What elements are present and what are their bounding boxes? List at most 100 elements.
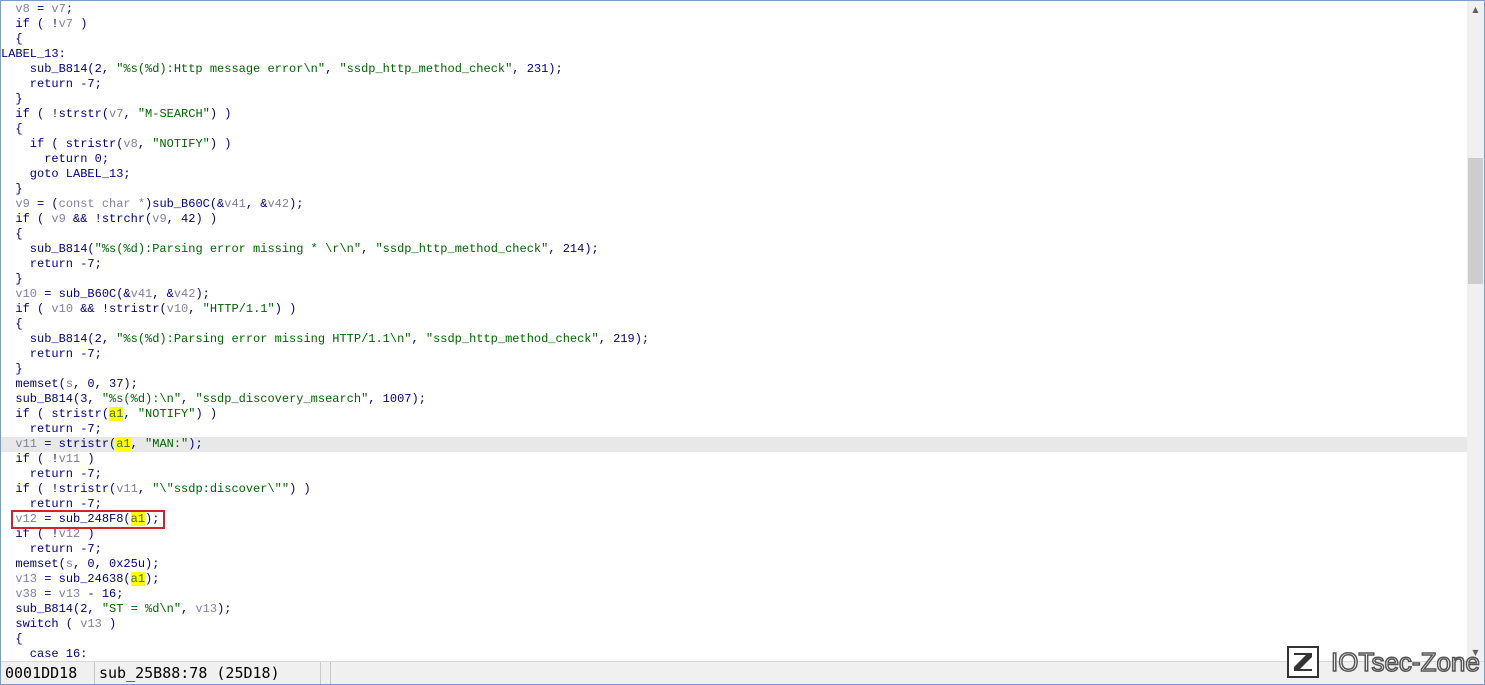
code-variable: s [65,557,74,571]
code-line[interactable]: switch ( v13 ) [1,617,116,632]
code-token: = [37,587,59,601]
code-string: "%s(%d):Parsing error missing HTTP/1.1\n… [116,332,412,346]
code-token: ) ) [289,482,311,496]
code-token: , [123,407,138,421]
annotation-red-box [11,510,165,529]
code-string: "NOTIFY" [137,407,196,421]
code-line[interactable]: return -7; [1,422,102,437]
code-token: ); [289,197,304,211]
code-line[interactable]: v8 = v7; [1,2,73,17]
code-line[interactable]: case 16: [1,647,88,661]
code-token: - 16; [80,587,124,601]
code-line[interactable]: v13 = sub_24638(a1); [1,572,159,587]
code-line[interactable]: if ( v9 && !strchr(v9, 42) ) [1,212,217,227]
code-line[interactable]: v11 = stristr(a1, "MAN:"); [1,437,1467,452]
code-token: = sub_B60C(& [37,287,131,301]
code-line[interactable]: v10 = sub_B60C(&v41, &v42); [1,287,209,302]
code-line[interactable]: if ( v10 && !stristr(v10, "HTTP/1.1") ) [1,302,296,317]
code-token: memset( [1,377,66,391]
code-highlighted-token: a1 [116,437,131,451]
code-variable: v9 [51,212,66,226]
code-token: , & [152,287,174,301]
status-bar: 0001DD18 sub_25B88:78 (25D18) [1,661,1484,684]
code-string: "ssdp_http_method_check" [339,62,513,76]
code-line[interactable]: return -7; [1,347,102,362]
code-line[interactable]: v9 = (const char *)sub_B60C(&v41, &v42); [1,197,304,212]
code-variable: v12 [58,527,81,541]
code-token: = stristr( [37,437,117,451]
code-variable: v9 [152,212,167,226]
code-line[interactable]: } [1,272,22,287]
code-line[interactable]: if ( stristr(a1, "NOTIFY") ) [1,407,217,422]
code-variable: v13 [58,587,81,601]
code-string: "ssdp_http_method_check" [375,242,549,256]
code-token: , [137,482,153,496]
code-line[interactable]: } [1,182,22,197]
scroll-up-arrow-icon[interactable]: ▲ [1467,1,1484,18]
code-token: , [181,392,196,406]
code-line[interactable]: memset(s, 0, 37); [1,377,137,392]
code-line[interactable]: { [1,122,22,137]
code-line[interactable]: } [1,92,22,107]
code-token: { [1,632,23,646]
code-line[interactable]: { [1,632,23,647]
code-line[interactable]: return -7; [1,542,102,557]
code-variable: v38 [15,587,38,601]
code-line[interactable]: memset(s, 0, 0x25u); [1,557,159,572]
code-token: sub_B814(3, [1,392,102,406]
code-line[interactable]: v38 = v13 - 16; [1,587,123,602]
code-line[interactable]: if ( !v7 ) [1,17,87,32]
code-line[interactable]: LABEL_13: [1,47,66,62]
code-line[interactable]: return -7; [1,77,102,92]
code-line[interactable]: sub_B814("%s(%d):Parsing error missing *… [1,242,599,257]
code-highlighted-token: a1 [109,407,124,421]
code-line[interactable]: if ( !v11 ) [1,452,94,467]
code-line[interactable]: sub_B814(3, "%s(%d):\n", "ssdp_discovery… [1,392,426,407]
code-token: if ( !stristr( [1,482,117,496]
code-token: ); [145,572,160,586]
z-logo-glyph-icon [1294,653,1312,671]
code-token: , [181,602,196,616]
code-line[interactable]: { [1,317,22,332]
code-token: if ( ! [1,452,59,466]
code-token: ) ) [209,137,232,151]
code-line[interactable]: sub_B814(2, "%s(%d):Parsing error missin… [1,332,649,347]
code-token: if ( ! [1,17,59,31]
code-line[interactable]: sub_B814(2, "%s(%d):Http message error\n… [1,62,563,77]
code-variable: v11 [15,437,38,451]
code-line[interactable]: } [1,362,23,377]
code-line[interactable]: { [1,227,22,242]
code-line[interactable]: goto LABEL_13; [1,167,131,182]
status-function-location: sub_25B88:78 (25D18) [95,662,321,684]
code-line[interactable]: if ( !v12 ) [1,527,94,542]
code-string: "HTTP/1.1" [202,302,275,316]
code-line[interactable]: if ( stristr(v8, "NOTIFY") ) [1,137,232,152]
code-token: , [325,62,340,76]
code-variable: v10 [51,302,74,316]
code-token: } [1,362,23,376]
code-line[interactable]: if ( !stristr(v11, "\"ssdp:discover\"") … [1,482,311,497]
status-empty-cell [321,662,331,684]
code-token: && !strchr( [65,212,153,226]
scroll-thumb[interactable] [1468,158,1483,284]
pseudocode-view[interactable]: v8 = v7; if ( !v7 ) {LABEL_13: sub_B814(… [1,1,1467,661]
code-line[interactable]: return -7; [1,467,102,482]
code-token: ) ) [274,302,297,316]
vertical-scrollbar[interactable]: ▲ ▼ [1467,1,1484,661]
code-string: "%s(%d):Http message error\n" [116,62,326,76]
code-token: sub_B814( [1,242,95,256]
code-line[interactable]: { [1,32,22,47]
code-variable: v41 [130,287,153,301]
code-line[interactable]: if ( !strstr(v7, "M-SEARCH") ) [1,107,231,122]
code-line[interactable]: sub_B814(2, "ST = %d\n", v13); [1,602,231,617]
code-token: goto LABEL_13; [1,167,131,181]
code-line[interactable]: return -7; [1,257,102,272]
code-line[interactable]: return 0; [1,152,109,167]
code-token: , [361,242,376,256]
code-token: , 231); [512,62,563,76]
code-variable: v42 [173,287,196,301]
code-token: return -7; [1,422,102,436]
code-string: "M-SEARCH" [137,107,210,121]
